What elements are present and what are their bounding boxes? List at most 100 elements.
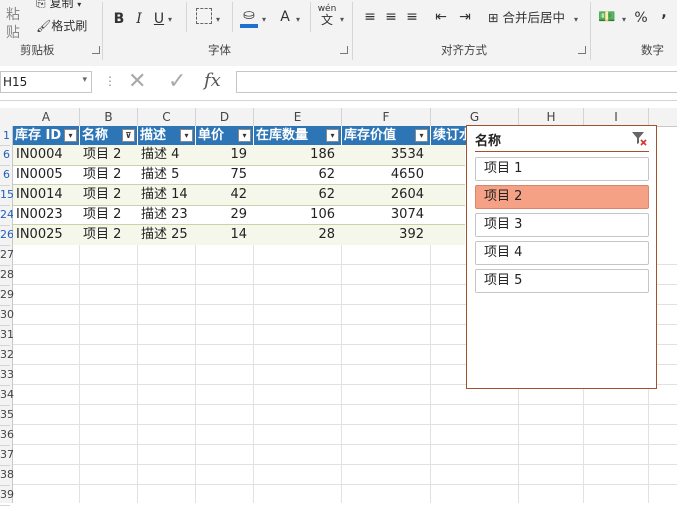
row-header[interactable]: 30 — [0, 305, 14, 326]
slicer-item[interactable]: 项目 4 — [475, 241, 649, 265]
cell-description[interactable]: 描述 14 — [138, 185, 195, 205]
row-header[interactable]: 1 — [0, 126, 10, 146]
table-header-description[interactable]: 描述 ▾ — [138, 126, 196, 145]
filter-dropdown-icon[interactable]: ▾ — [64, 129, 77, 142]
row-header[interactable]: 38 — [0, 465, 14, 486]
currency-dropdown-icon[interactable]: ▾ — [622, 15, 626, 24]
row-header[interactable]: 26 — [0, 225, 14, 246]
bold-button[interactable]: B — [112, 10, 126, 28]
column-header-d[interactable]: D — [196, 108, 254, 126]
merge-center-button[interactable]: ⊞ 合并后居中 — [488, 9, 565, 27]
name-box[interactable]: H15 ▾ — [0, 71, 92, 93]
slicer-item-selected[interactable]: 项目 2 — [475, 185, 649, 209]
column-header-b[interactable]: B — [80, 108, 138, 126]
underline-button[interactable]: U — [152, 10, 166, 28]
comma-button[interactable]: , — [658, 4, 670, 22]
slicer-panel[interactable]: 名称 项目 1 项目 2 项目 3 项目 4 项目 5 — [466, 125, 657, 389]
formula-input[interactable] — [236, 71, 677, 93]
cell-unit-price[interactable]: 29 — [196, 205, 253, 225]
table-header-name[interactable]: 名称 ⊽ — [80, 126, 138, 145]
column-header-a[interactable]: A — [13, 108, 80, 126]
font-color-dropdown-icon[interactable]: ▾ — [296, 15, 300, 24]
column-header-g[interactable]: G — [431, 108, 519, 126]
phonetic-button[interactable]: wén 文 — [316, 4, 338, 27]
cell-description[interactable]: 描述 5 — [138, 165, 195, 185]
table-header-inventory-id[interactable]: 库存 ID ▾ — [13, 126, 80, 145]
cell-inventory-id[interactable]: IN0014 — [13, 185, 79, 205]
slicer-item[interactable]: 项目 5 — [475, 269, 649, 293]
row-header[interactable]: 28 — [0, 265, 14, 286]
slicer-item[interactable]: 项目 1 — [475, 157, 649, 181]
copy-button[interactable]: ⎘ 复制 ▾ — [36, 0, 81, 14]
row-header[interactable]: 31 — [0, 325, 14, 346]
clipboard-launcher-icon[interactable] — [92, 46, 100, 54]
decrease-indent-button[interactable]: ⇤ — [432, 8, 450, 26]
filter-active-icon[interactable]: ⊽ — [122, 129, 135, 142]
filter-dropdown-icon[interactable]: ▾ — [238, 129, 251, 142]
underline-dropdown-icon[interactable]: ▾ — [168, 15, 172, 24]
cell-unit-price[interactable]: 14 — [196, 225, 253, 245]
table-header-inventory-value[interactable]: 库存价值 ▾ — [342, 126, 431, 145]
row-header[interactable]: 34 — [0, 385, 14, 406]
cell-name[interactable]: 项目 2 — [80, 145, 137, 165]
border-dropdown-icon[interactable]: ▾ — [216, 15, 220, 24]
row-header[interactable]: 27 — [0, 245, 14, 266]
row-header[interactable]: 33 — [0, 365, 14, 386]
clear-filter-icon[interactable] — [631, 130, 647, 146]
cell-inventory-id[interactable]: IN0005 — [13, 165, 79, 185]
filter-dropdown-icon[interactable]: ▾ — [326, 129, 339, 142]
cell-description[interactable]: 描述 25 — [138, 225, 195, 245]
cell-name[interactable]: 项目 2 — [80, 185, 137, 205]
column-header-e[interactable]: E — [254, 108, 342, 126]
cell-description[interactable]: 描述 23 — [138, 205, 195, 225]
format-painter-button[interactable]: 🖌格式刷 — [36, 17, 87, 35]
cell-quantity[interactable]: 62 — [254, 185, 341, 205]
phonetic-dropdown-icon[interactable]: ▾ — [340, 15, 344, 24]
percent-button[interactable]: % — [634, 9, 648, 27]
font-launcher-icon[interactable] — [340, 46, 348, 54]
name-box-dropdown-icon[interactable]: ▾ — [82, 75, 87, 85]
filter-dropdown-icon[interactable]: ▾ — [415, 129, 428, 142]
table-header-unit-price[interactable]: 单价 ▾ — [196, 126, 254, 145]
merge-dropdown-icon[interactable]: ▾ — [574, 15, 578, 24]
row-header[interactable]: 15 — [0, 185, 14, 206]
italic-button[interactable]: I — [132, 10, 146, 28]
more-options-icon[interactable]: ⋮ — [104, 74, 116, 88]
table-header-reorder[interactable]: 续订水 — [431, 126, 467, 145]
column-header-h[interactable]: H — [519, 108, 584, 126]
currency-button[interactable]: 💵 — [598, 8, 616, 26]
paste-button[interactable]: 粘贴 — [0, 6, 26, 42]
cell-inventory-value[interactable]: 3534 — [342, 145, 430, 165]
cell-quantity[interactable]: 186 — [254, 145, 341, 165]
table-header-quantity[interactable]: 在库数量 ▾ — [254, 126, 342, 145]
cell-quantity[interactable]: 106 — [254, 205, 341, 225]
insert-function-button[interactable]: fx — [204, 70, 221, 91]
row-header[interactable]: 6 — [0, 165, 10, 186]
column-header-f[interactable]: F — [342, 108, 431, 126]
column-header-i[interactable]: I — [584, 108, 649, 126]
row-header[interactable]: 32 — [0, 345, 14, 366]
slicer-item[interactable]: 项目 3 — [475, 213, 649, 237]
cell-inventory-id[interactable]: IN0023 — [13, 205, 79, 225]
align-left-button[interactable]: ≡ — [362, 8, 378, 26]
row-header[interactable]: 37 — [0, 445, 14, 466]
border-button[interactable] — [196, 8, 212, 24]
cell-inventory-value[interactable]: 2604 — [342, 185, 430, 205]
row-header[interactable]: 35 — [0, 405, 14, 426]
cell-description[interactable]: 描述 4 — [138, 145, 195, 165]
cell-unit-price[interactable]: 19 — [196, 145, 253, 165]
cell-inventory-id[interactable]: IN0025 — [13, 225, 79, 245]
cell-quantity[interactable]: 62 — [254, 165, 341, 185]
align-center-button[interactable]: ≡ — [383, 8, 399, 26]
fill-color-dropdown-icon[interactable]: ▾ — [262, 15, 266, 24]
row-header[interactable]: 24 — [0, 205, 14, 226]
row-header[interactable]: 29 — [0, 285, 14, 306]
cell-name[interactable]: 项目 2 — [80, 205, 137, 225]
cell-name[interactable]: 项目 2 — [80, 165, 137, 185]
cell-inventory-value[interactable]: 4650 — [342, 165, 430, 185]
align-right-button[interactable]: ≡ — [404, 8, 420, 26]
cell-inventory-id[interactable]: IN0004 — [13, 145, 79, 165]
row-header[interactable]: 36 — [0, 425, 14, 446]
row-header[interactable]: 6 — [0, 145, 10, 166]
cell-name[interactable]: 项目 2 — [80, 225, 137, 245]
